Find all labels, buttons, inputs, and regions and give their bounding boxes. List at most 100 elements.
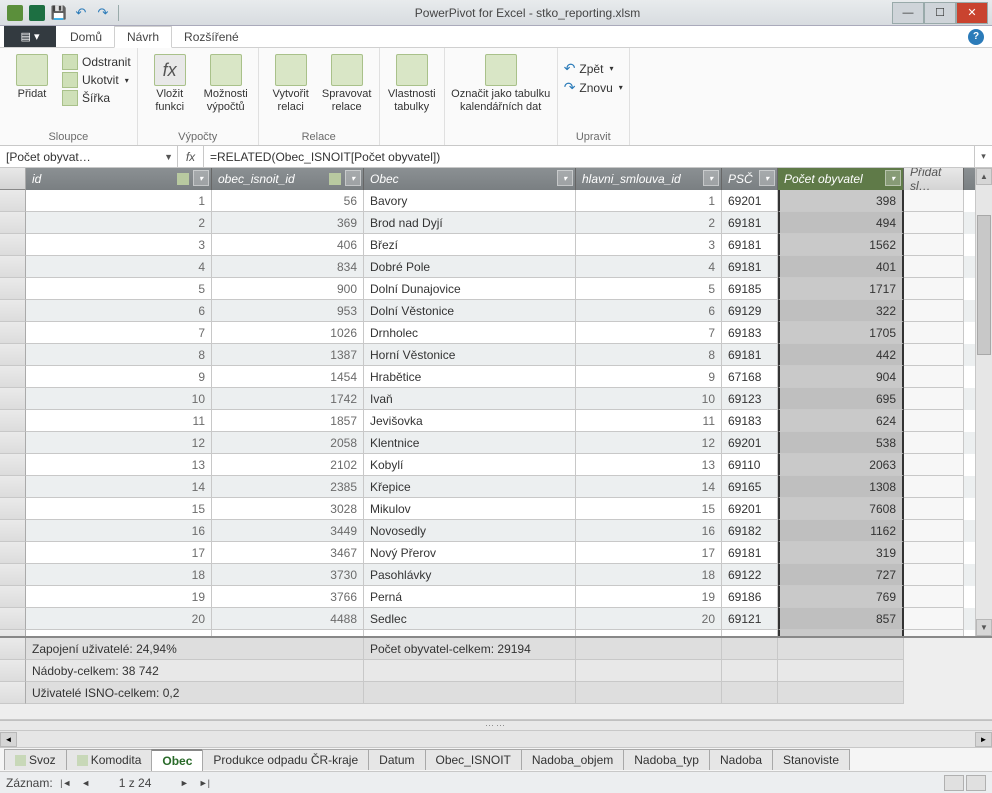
header-psc[interactable]: PSČ▾	[722, 168, 778, 190]
table-row[interactable]: 156Bavory169201398	[0, 190, 975, 212]
cell-psc[interactable]: 69181	[722, 344, 778, 366]
cell-id[interactable]: 20	[26, 608, 212, 630]
add-column-button[interactable]: Přidat	[6, 50, 58, 101]
table-row[interactable]: 4834Dobré Pole469181401	[0, 256, 975, 278]
qat-save-icon[interactable]: 💾	[50, 4, 68, 22]
resize-handle-icon[interactable]: ⋯⋯	[0, 720, 992, 730]
horizontal-scrollbar[interactable]: ◄ ►	[0, 730, 992, 747]
cell-add[interactable]	[904, 388, 964, 410]
cell-id[interactable]: 9	[26, 366, 212, 388]
row-header[interactable]	[0, 564, 26, 586]
cell-add[interactable]	[904, 586, 964, 608]
cell-id[interactable]: 14	[26, 476, 212, 498]
redo-button[interactable]: ↷Znovu▾	[564, 79, 623, 96]
cell-isnoit-id[interactable]: 1387	[212, 344, 364, 366]
cell-obec[interactable]: Březí	[364, 234, 576, 256]
prev-record-button[interactable]: ◄	[79, 776, 93, 790]
tab-datum[interactable]: Datum	[368, 749, 425, 770]
cell-pocet-obyvatel[interactable]: 1562	[778, 234, 904, 256]
cell-add[interactable]	[904, 344, 964, 366]
cell-isnoit-id[interactable]: 1857	[212, 410, 364, 432]
tab-nadoba-objem[interactable]: Nadoba_objem	[521, 749, 624, 770]
cell-pocet-obyvatel[interactable]: 805	[778, 630, 904, 636]
row-header[interactable]	[0, 322, 26, 344]
cell-psc[interactable]: 69181	[722, 256, 778, 278]
cell-isnoit-id[interactable]: 953	[212, 300, 364, 322]
cell-isnoit-id[interactable]: 2102	[212, 454, 364, 476]
cell-obec[interactable]: Drnholec	[364, 322, 576, 344]
minimize-button[interactable]: —	[892, 2, 924, 24]
tab-nadoba[interactable]: Nadoba	[709, 749, 773, 770]
row-header[interactable]	[0, 256, 26, 278]
help-icon[interactable]: ?	[968, 29, 984, 45]
cell-hlavni-smlouva[interactable]: 8	[576, 344, 722, 366]
cell-obec[interactable]: Hrabětice	[364, 366, 576, 388]
cell-isnoit-id[interactable]: 1454	[212, 366, 364, 388]
formula-input[interactable]: =RELATED(Obec_ISNOIT[Počet obyvatel])	[204, 146, 974, 167]
header-pocet-obyvatel[interactable]: Počet obyvatel▾	[778, 168, 904, 190]
row-header[interactable]	[0, 190, 26, 212]
row-header[interactable]	[0, 630, 26, 636]
cell-add[interactable]	[904, 278, 964, 300]
next-record-button[interactable]: ►	[177, 776, 191, 790]
insert-function-button[interactable]: fx Vložit funkci	[144, 50, 196, 114]
cell-pocet-obyvatel[interactable]: 1308	[778, 476, 904, 498]
cell-psc[interactable]: 69183	[722, 410, 778, 432]
table-row[interactable]: 3406Březí3691811562	[0, 234, 975, 256]
cell-psc[interactable]: 69201	[722, 190, 778, 212]
cell-id[interactable]: 5	[26, 278, 212, 300]
cell-hlavni-smlouva[interactable]: 7	[576, 322, 722, 344]
cell-id[interactable]: 11	[26, 410, 212, 432]
cell-id[interactable]: 15	[26, 498, 212, 520]
cell-pocet-obyvatel[interactable]: 319	[778, 542, 904, 564]
remove-column-button[interactable]: Odstranit	[62, 54, 131, 70]
cell-psc[interactable]: 69186	[722, 586, 778, 608]
cell-pocet-obyvatel[interactable]: 398	[778, 190, 904, 212]
scroll-down-icon[interactable]: ▼	[976, 619, 992, 636]
formula-expand-icon[interactable]: ▾	[974, 146, 992, 167]
tab-nadoba-typ[interactable]: Nadoba_typ	[623, 749, 710, 770]
tab-svoz[interactable]: Svoz	[4, 749, 67, 770]
cell-psc[interactable]: 69185	[722, 278, 778, 300]
cell-hlavni-smlouva[interactable]: 14	[576, 476, 722, 498]
cell-hlavni-smlouva[interactable]: 2	[576, 212, 722, 234]
cell-obec[interactable]: Dolní Dunajovice	[364, 278, 576, 300]
row-header[interactable]	[0, 366, 26, 388]
cell-isnoit-id[interactable]: 3028	[212, 498, 364, 520]
cell-psc[interactable]: 69129	[722, 300, 778, 322]
cell-pocet-obyvatel[interactable]: 538	[778, 432, 904, 454]
table-row[interactable]: 81387Horní Věstonice869181442	[0, 344, 975, 366]
row-header[interactable]	[0, 300, 26, 322]
cell-pocet-obyvatel[interactable]: 727	[778, 564, 904, 586]
cell-obec[interactable]: Pasohlávky	[364, 564, 576, 586]
cell-pocet-obyvatel[interactable]: 2063	[778, 454, 904, 476]
tab-produkce[interactable]: Produkce odpadu ČR-kraje	[202, 749, 369, 770]
cell-id[interactable]: 21	[26, 630, 212, 636]
cell-add[interactable]	[904, 542, 964, 564]
row-header[interactable]	[0, 454, 26, 476]
cell-hlavni-smlouva[interactable]: 3	[576, 234, 722, 256]
cell-obec[interactable]: Klentnice	[364, 432, 576, 454]
cell-id[interactable]: 18	[26, 564, 212, 586]
cell-id[interactable]: 12	[26, 432, 212, 454]
cell-id[interactable]: 1	[26, 190, 212, 212]
tab-advanced[interactable]: Rozšířené	[172, 26, 251, 47]
cell-pocet-obyvatel[interactable]: 857	[778, 608, 904, 630]
cell-add[interactable]	[904, 190, 964, 212]
cell-psc[interactable]: 69123	[722, 388, 778, 410]
cell-pocet-obyvatel[interactable]: 7608	[778, 498, 904, 520]
table-row[interactable]: 204488Sedlec2069121857	[0, 608, 975, 630]
filter-icon[interactable]: ▾	[193, 170, 209, 186]
cell-id[interactable]: 2	[26, 212, 212, 234]
cell-add[interactable]	[904, 300, 964, 322]
cell-obec[interactable]: Horní Věstonice	[364, 344, 576, 366]
cell-hlavni-smlouva[interactable]: 19	[576, 586, 722, 608]
cell-pocet-obyvatel[interactable]: 442	[778, 344, 904, 366]
cell-hlavni-smlouva[interactable]: 10	[576, 388, 722, 410]
maximize-button[interactable]: ☐	[924, 2, 956, 24]
cell-psc[interactable]: 67168	[722, 366, 778, 388]
cell-psc[interactable]: 69182	[722, 520, 778, 542]
tab-home[interactable]: Domů	[58, 26, 114, 47]
table-properties-button[interactable]: Vlastnosti tabulky	[386, 50, 438, 114]
cell-hlavni-smlouva[interactable]: 11	[576, 410, 722, 432]
